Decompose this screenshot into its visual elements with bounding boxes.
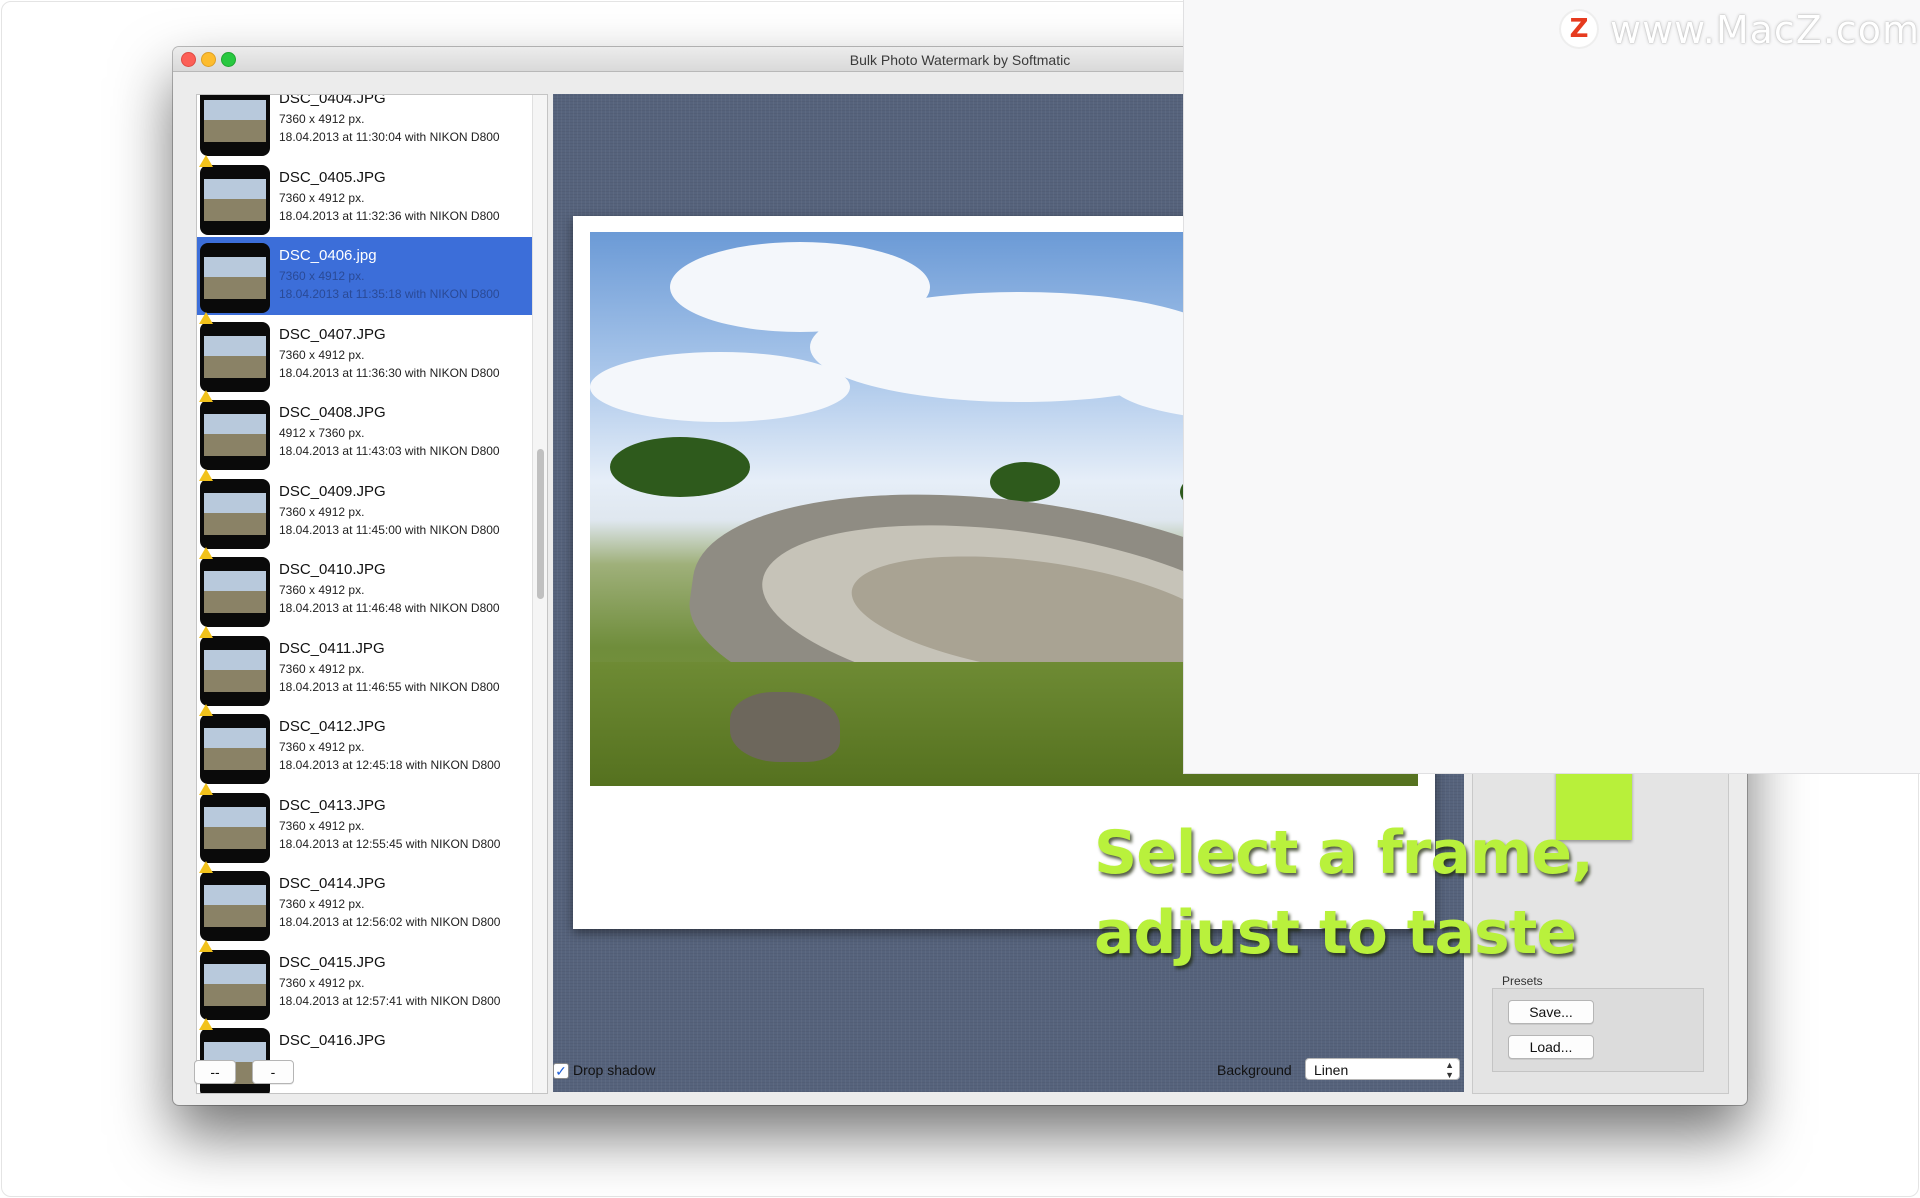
warning-icon <box>199 547 213 559</box>
macz-logo-icon: Z <box>1561 11 1597 47</box>
list-scroll-thumb[interactable] <box>537 449 544 599</box>
warning-icon <box>199 782 213 795</box>
presets-label: Presets <box>1502 974 1543 988</box>
photo-capture-info: 18.04.2013 at 12:57:41 with NIKON D800 <box>279 993 501 1008</box>
photo-filename: DSC_0416.JPG <box>279 1032 386 1049</box>
photo-filename: DSC_0408.JPG <box>279 404 386 421</box>
warning-icon <box>199 390 213 402</box>
photo-filename: DSC_0407.JPG <box>279 325 386 343</box>
photo-filename: DSC_0414.JPG <box>279 875 386 892</box>
photo-capture-info: 18.04.2013 at 11:36:30 with NIKON D800 <box>279 365 500 380</box>
photo-list-item[interactable]: DSC_0414.JPG 7360 x 4912 px. 18.04.2013 at… <box>197 861 532 943</box>
photo-capture-info: 18.04.2013 at 11:45:00 with NIKON D800 <box>279 522 500 537</box>
photo-filename: DSC_0411.JPG <box>279 639 385 657</box>
photo-capture-info: 18.04.2013 at 11:46:48 with NIKON D800 <box>279 601 500 615</box>
warning-icon <box>199 625 213 638</box>
photo-list-item[interactable]: DSC_0413.JPG 7360 x 4912 px. 18.04.2013 at… <box>197 782 532 865</box>
photo-list-item[interactable]: DSC_0406.jpg 7360 x 4912 px. 18.04.2013 at… <box>197 237 532 315</box>
warning-icon <box>199 939 213 952</box>
photo-list-item[interactable]: DSC_0409.JPG 7360 x 4912 px. 18.04.2013 at… <box>197 468 532 551</box>
photo-thumbnail <box>200 949 270 1020</box>
photo-list-item[interactable]: DSC_0410.JPG 7360 x 4912 px. 18.04.2013 at… <box>197 547 532 629</box>
photo-dimensions: 7360 x 4912 px. <box>279 190 365 205</box>
photo-list[interactable]: DSC_0404.JPG 7360 x 4912 px. 18.04.2013 at… <box>196 94 548 1094</box>
photo-list-item[interactable]: DSC_0415.JPG 7360 x 4912 px. 18.04.2013 at… <box>197 939 532 1022</box>
photo-capture-info: 18.04.2013 at 11:32:36 with NIKON D800 <box>279 208 500 223</box>
list-scrollbar[interactable] <box>532 95 547 1093</box>
photo-list-item[interactable]: DSC_0408.JPG 4912 x 7360 px. 18.04.2013 at… <box>197 390 532 472</box>
photo-capture-info: 18.04.2013 at 11:35:18 with NIKON D800 <box>279 287 500 301</box>
photo-capture-info: 18.04.2013 at 11:43:03 with NIKON D800 <box>279 444 500 458</box>
photo-dimensions: 7360 x 4912 px. <box>279 975 365 990</box>
photo-thumbnail <box>200 478 270 549</box>
photo-list-item[interactable]: DSC_0405.JPG 7360 x 4912 px. 18.04.2013 at… <box>197 154 532 237</box>
overlay-panel <box>1183 0 1920 774</box>
photo-capture-info: 18.04.2013 at 12:55:45 with NIKON D800 <box>279 836 501 851</box>
drop-shadow-checkbox[interactable]: ✓ <box>553 1063 569 1079</box>
watermark-text: www.MacZ.com <box>1610 8 1920 52</box>
photo-list-item[interactable]: DSC_0404.JPG 7360 x 4912 px. 18.04.2013 at… <box>197 94 532 158</box>
photo-filename: DSC_0409.JPG <box>279 482 386 500</box>
warning-icon <box>199 861 213 873</box>
photo-capture-info: 18.04.2013 at 11:30:04 with NIKON D800 <box>279 130 500 144</box>
warning-icon <box>199 154 213 167</box>
photo-dimensions: 7360 x 4912 px. <box>279 818 365 833</box>
photo-dimensions: 7360 x 4912 px. <box>279 504 365 519</box>
add-photo-button[interactable]: -- <box>194 1060 236 1084</box>
photo-dimensions: 7360 x 4912 px. <box>279 112 365 126</box>
warning-icon <box>199 468 213 481</box>
caption-line-1: Select a frame, <box>1094 818 1594 888</box>
warning-icon <box>199 1018 213 1030</box>
photo-filename: DSC_0415.JPG <box>279 953 386 971</box>
photo-list-item[interactable]: DSC_0407.JPG 7360 x 4912 px. 18.04.2013 at… <box>197 311 532 394</box>
photo-dimensions: 7360 x 4912 px. <box>279 740 365 754</box>
photo-list-item[interactable]: DSC_0416.JPG <box>197 1018 532 1093</box>
photo-dimensions: 4912 x 7360 px. <box>279 426 365 440</box>
caption-line-2: adjust to taste <box>1094 898 1577 968</box>
photo-dimensions: 7360 x 4912 px. <box>279 583 365 597</box>
photo-filename: DSC_0412.JPG <box>279 718 386 735</box>
background-select-value: Linen <box>1314 1062 1349 1078</box>
photo-dimensions: 7360 x 4912 px. <box>279 347 365 362</box>
photo-thumbnail <box>200 871 270 941</box>
photo-filename: DSC_0405.JPG <box>279 168 386 186</box>
photo-thumbnail <box>200 95 270 156</box>
photo-thumbnail <box>200 792 270 863</box>
photo-thumbnail <box>200 714 270 784</box>
photo-thumbnail <box>200 400 270 470</box>
photo-list-item[interactable]: DSC_0411.JPG 7360 x 4912 px. 18.04.2013 at… <box>197 625 532 708</box>
photo-dimensions: 7360 x 4912 px. <box>279 269 365 283</box>
warning-icon <box>199 704 213 716</box>
photo-thumbnail <box>200 321 270 392</box>
photo-filename: DSC_0406.jpg <box>279 247 377 264</box>
photo-thumbnail <box>200 635 270 706</box>
photo-thumbnail <box>200 164 270 235</box>
background-label: Background <box>1217 1062 1292 1078</box>
photo-capture-info: 18.04.2013 at 11:46:55 with NIKON D800 <box>279 679 500 694</box>
photo-filename: DSC_0413.JPG <box>279 796 386 814</box>
photo-filename: DSC_0404.JPG <box>279 94 386 107</box>
background-select[interactable]: Linen ▲ ▼ <box>1305 1058 1460 1080</box>
select-arrows-icon: ▲ ▼ <box>1445 1060 1454 1080</box>
photo-dimensions: 7360 x 4912 px. <box>279 661 365 676</box>
photo-dimensions: 7360 x 4912 px. <box>279 897 365 911</box>
photo-list-item[interactable]: DSC_0412.JPG 7360 x 4912 px. 18.04.2013 at… <box>197 704 532 786</box>
remove-photo-button[interactable]: - <box>252 1060 294 1084</box>
photo-thumbnail <box>200 557 270 627</box>
photo-capture-info: 18.04.2013 at 12:56:02 with NIKON D800 <box>279 915 501 929</box>
warning-icon <box>199 311 213 324</box>
photo-thumbnail <box>200 243 270 313</box>
save-preset-button[interactable]: Save... <box>1508 1000 1594 1024</box>
load-preset-button[interactable]: Load... <box>1508 1035 1594 1059</box>
drop-shadow-label: Drop shadow <box>573 1062 656 1078</box>
photo-filename: DSC_0410.JPG <box>279 561 386 578</box>
photo-capture-info: 18.04.2013 at 12:45:18 with NIKON D800 <box>279 758 501 772</box>
